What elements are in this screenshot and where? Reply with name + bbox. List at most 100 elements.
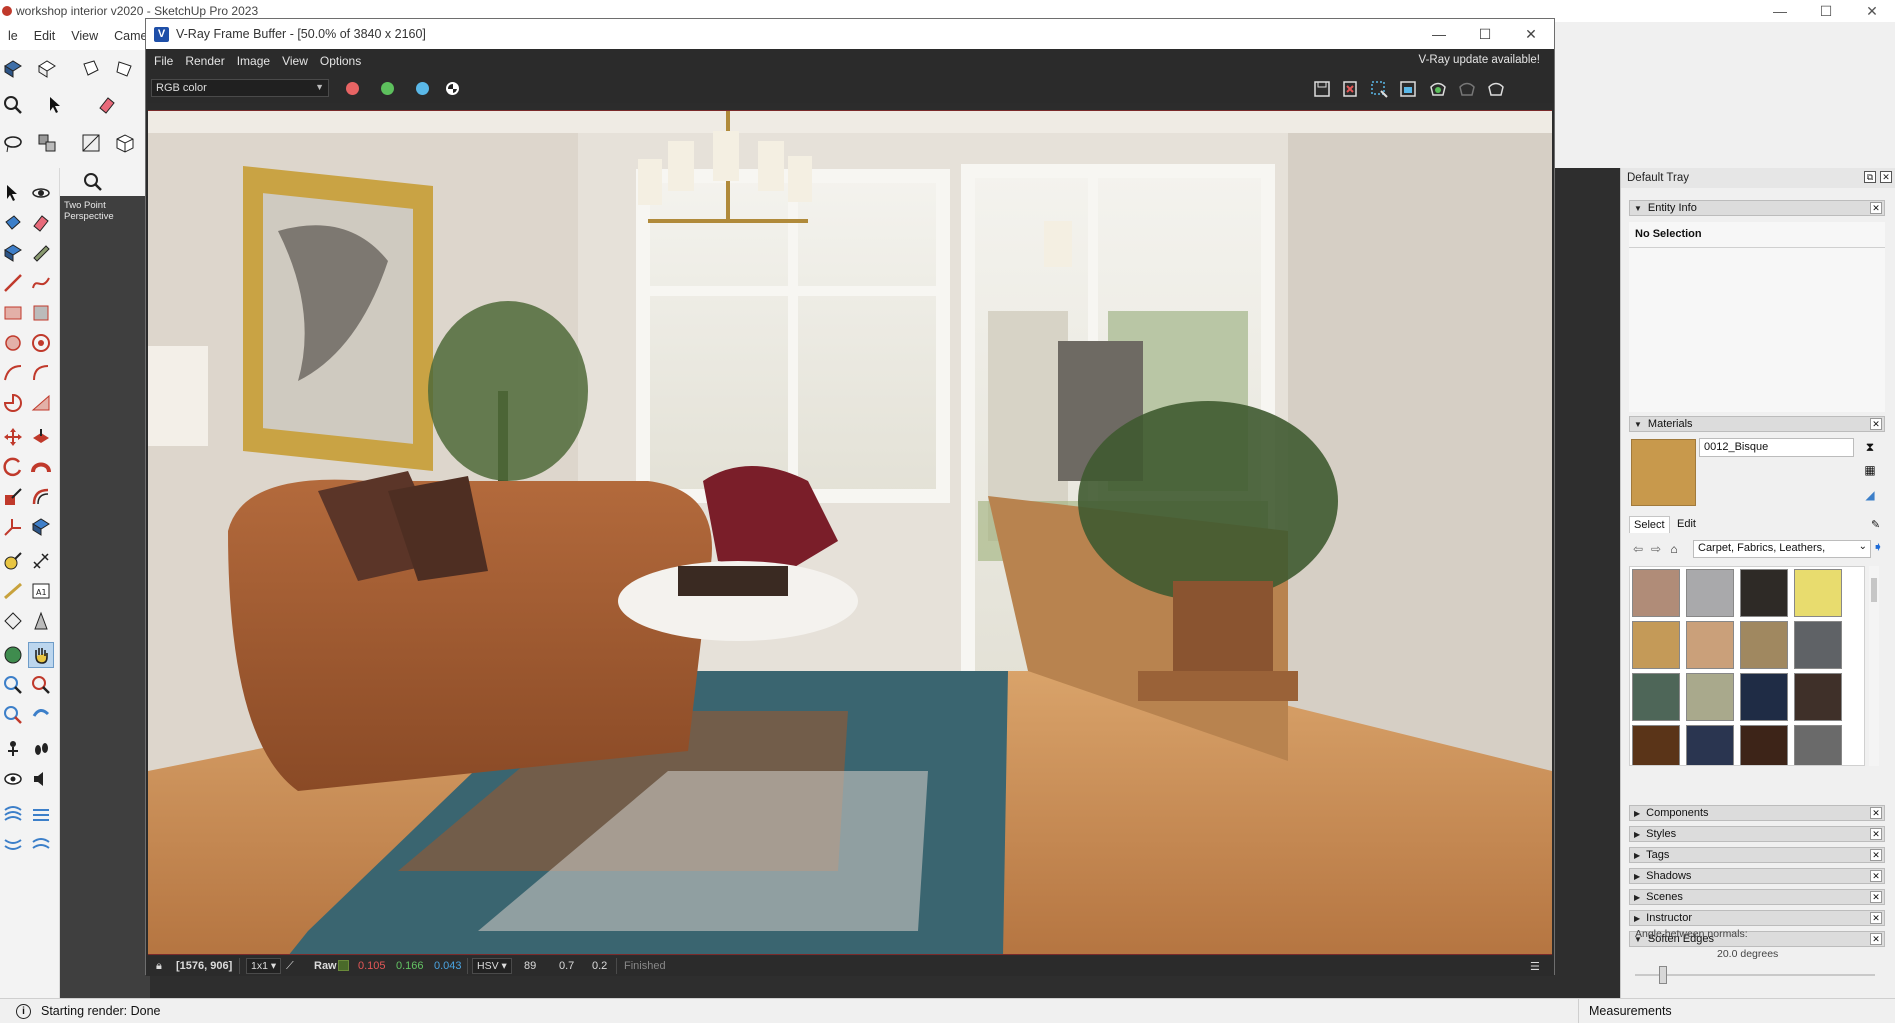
panel-tags[interactable]: ▶ Tags ✕ [1629,847,1885,863]
material-swatch[interactable] [1632,725,1680,765]
panel-close-icon[interactable]: ✕ [1870,828,1882,840]
make-component-icon[interactable] [0,240,26,266]
offset-icon[interactable] [28,484,54,510]
push-pull-icon[interactable] [28,424,54,450]
tab-edit[interactable]: Edit [1673,516,1700,532]
menu-edit[interactable]: Edit [26,29,64,43]
clear-image-icon[interactable] [1338,78,1362,100]
viewport-zoom-icon[interactable] [80,169,106,195]
paint-icon[interactable] [78,56,104,82]
vfb-menu-render[interactable]: Render [179,54,230,68]
red-channel-toggle[interactable] [346,82,359,95]
vfb-menu-options[interactable]: Options [314,54,367,68]
tray-pin-icon[interactable]: ⧉ [1864,171,1876,183]
scale-icon[interactable] [0,484,26,510]
material-swatch[interactable] [1632,621,1680,669]
scroll-thumb[interactable] [1871,578,1877,602]
three-point-arc-icon[interactable] [28,390,54,416]
material-library-select[interactable]: Carpet, Fabrics, Leathers, ⌄ [1693,540,1871,558]
forward-arrow-icon[interactable]: ⇨ [1647,540,1665,558]
panel-styles[interactable]: ▶ Styles ✕ [1629,826,1885,842]
material-swatch[interactable] [1686,621,1734,669]
update-notice-link[interactable]: V-Ray update available! [1419,54,1540,66]
material-swatch[interactable] [1794,673,1842,721]
lock-region-icon[interactable] [1396,78,1420,100]
interactive-render-icon[interactable] [1426,78,1450,100]
render-teapot-icon[interactable] [1484,78,1508,100]
vfb-close-button[interactable]: ✕ [1508,19,1554,49]
sample-paint-icon[interactable]: ◢ [1861,486,1879,504]
info-icon[interactable]: i [16,1003,31,1019]
material-swatch[interactable] [1794,725,1842,765]
box-view-icon[interactable] [112,130,138,156]
material-swatch[interactable] [1686,725,1734,765]
text-icon[interactable]: A1 [28,578,54,604]
orbit-tool-icon[interactable] [0,642,26,668]
close-button[interactable]: ✕ [1849,0,1895,22]
panel-instructor[interactable]: ▶ Instructor ✕ [1629,910,1885,926]
details-arrow-icon[interactable]: ➧ [1869,538,1887,556]
alpha-channel-icon[interactable] [446,82,459,95]
panel-close-icon[interactable]: ✕ [1870,849,1882,861]
curve-icon[interactable]: ⟋ [286,960,294,973]
sandbox-drape-icon[interactable] [28,830,54,856]
polygon-icon[interactable] [28,330,54,356]
panel-components[interactable]: ▶ Components ✕ [1629,805,1885,821]
angle-slider-knob[interactable] [1659,966,1667,984]
material-swatch[interactable] [1632,673,1680,721]
color-space-select[interactable]: HSV ▾ [472,958,512,974]
lasso-icon[interactable] [0,130,26,156]
angle-slider-track[interactable] [1635,974,1875,976]
zoom-extents-icon[interactable] [0,702,26,728]
panel-shadows[interactable]: ▶ Shadows ✕ [1629,868,1885,884]
panel-close-icon[interactable]: ✕ [1870,202,1882,214]
viewport-right-area[interactable] [1555,168,1620,998]
component-icon[interactable] [0,56,26,82]
position-camera-icon[interactable] [0,736,26,762]
panel-entity-info[interactable]: ▼ Entity Info ✕ [1629,200,1885,216]
arrow-tool-icon[interactable] [0,180,26,206]
dimension-icon[interactable] [28,548,54,574]
zoom-window-icon[interactable] [28,672,54,698]
region-render-icon[interactable] [1367,78,1391,100]
zoom-select[interactable]: 1x1 ▾ [246,958,282,974]
vfb-menu-view[interactable]: View [276,54,314,68]
material-swatch[interactable] [1740,725,1788,765]
freehand-icon[interactable] [28,270,54,296]
tray-close-icon[interactable]: ✕ [1880,171,1892,183]
solid-tools-icon[interactable] [28,514,54,540]
green-channel-toggle[interactable] [381,82,394,95]
back-arrow-icon[interactable]: ⇦ [1629,540,1647,558]
walk-icon[interactable] [28,736,54,762]
section-plane-icon[interactable] [78,130,104,156]
sketchup-viewport[interactable]: Two Point Perspective [60,168,150,998]
panel-close-icon[interactable]: ✕ [1870,891,1882,903]
eyedropper-icon[interactable]: ✎ [1867,516,1884,533]
section-icon[interactable] [28,608,54,634]
sandbox-stamp-icon[interactable] [0,830,26,856]
material-swatch[interactable] [1686,673,1734,721]
blue-channel-toggle[interactable] [416,82,429,95]
sandbox-smoove-icon[interactable] [28,800,54,826]
follow-me-icon[interactable] [28,454,54,480]
vfb-menu-file[interactable]: File [148,54,179,68]
axes-icon[interactable] [0,514,26,540]
vfb-menu-image[interactable]: Image [231,54,276,68]
panel-close-icon[interactable]: ✕ [1870,807,1882,819]
sound-icon[interactable] [28,766,54,792]
material-swatch[interactable] [1740,673,1788,721]
sandbox-icon[interactable] [0,800,26,826]
eraser-box-icon[interactable] [34,56,60,82]
material-swatch[interactable] [1740,569,1788,617]
swatch-scrollbar[interactable] [1869,566,1879,766]
pie-icon[interactable] [0,390,26,416]
panel-close-icon[interactable]: ✕ [1870,418,1882,430]
previous-view-icon[interactable] [28,702,54,728]
menu-file[interactable]: le [0,29,26,43]
create-material-icon[interactable]: ▦ [1861,461,1879,479]
measurements-box[interactable]: Measurements [1578,999,1672,1023]
tape-icon[interactable] [28,240,54,266]
panel-scenes[interactable]: ▶ Scenes ✕ [1629,889,1885,905]
panel-close-icon[interactable]: ✕ [1870,870,1882,882]
minimize-button[interactable]: — [1757,0,1803,22]
